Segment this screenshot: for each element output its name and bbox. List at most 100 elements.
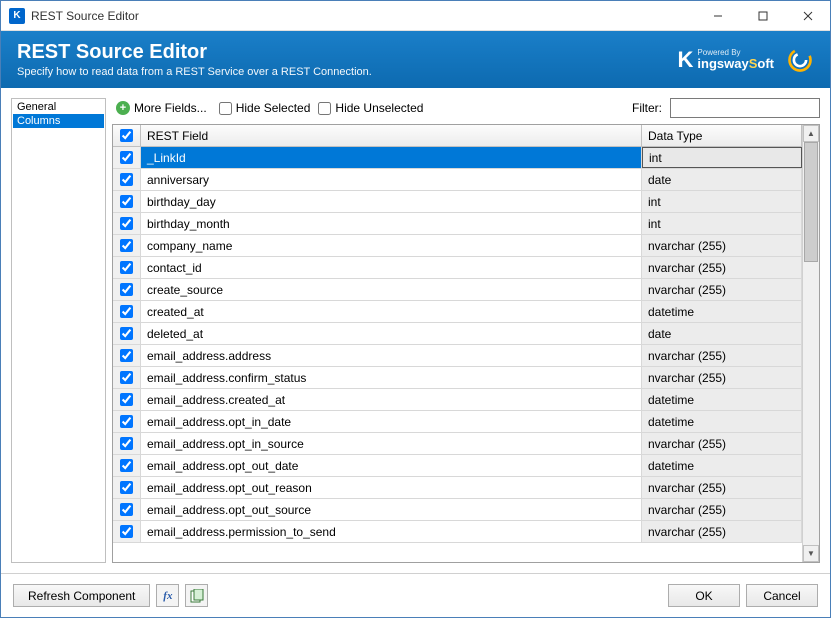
row-checkbox-cell[interactable] [113,389,141,410]
row-checkbox[interactable] [120,261,133,274]
row-checkbox[interactable] [120,305,133,318]
row-checkbox-cell[interactable] [113,169,141,190]
table-row[interactable]: email_address.opt_out_reasonnvarchar (25… [113,477,802,499]
row-datatype[interactable]: nvarchar (255) [642,499,802,520]
grid-body[interactable]: _LinkIdintanniversarydatebirthday_dayint… [113,147,802,562]
expression-button[interactable]: fx [156,584,179,607]
row-datatype[interactable]: nvarchar (255) [642,477,802,498]
row-checkbox-cell[interactable] [113,521,141,542]
row-datatype[interactable]: date [642,323,802,344]
table-row[interactable]: contact_idnvarchar (255) [113,257,802,279]
table-row[interactable]: email_address.created_atdatetime [113,389,802,411]
close-button[interactable] [785,1,830,31]
row-checkbox[interactable] [120,151,133,164]
refresh-component-button[interactable]: Refresh Component [13,584,150,607]
row-field[interactable]: email_address.opt_out_source [141,499,642,520]
scroll-down-button[interactable]: ▼ [803,545,819,562]
row-checkbox[interactable] [120,217,133,230]
row-field[interactable]: birthday_month [141,213,642,234]
row-checkbox[interactable] [120,415,133,428]
row-field[interactable]: email_address.opt_in_date [141,411,642,432]
row-datatype[interactable]: int [642,191,802,212]
row-checkbox-cell[interactable] [113,301,141,322]
row-datatype[interactable]: datetime [642,411,802,432]
row-checkbox[interactable] [120,437,133,450]
table-row[interactable]: created_atdatetime [113,301,802,323]
hide-selected-checkbox[interactable]: Hide Selected [219,101,311,115]
scroll-thumb[interactable] [804,142,818,262]
table-row[interactable]: deleted_atdate [113,323,802,345]
filter-input[interactable] [670,98,820,118]
row-field[interactable]: company_name [141,235,642,256]
row-datatype[interactable]: datetime [642,301,802,322]
row-checkbox-cell[interactable] [113,477,141,498]
row-datatype[interactable]: int [642,213,802,234]
row-checkbox-cell[interactable] [113,433,141,454]
row-datatype[interactable]: int [642,147,802,168]
row-checkbox[interactable] [120,283,133,296]
table-row[interactable]: email_address.confirm_statusnvarchar (25… [113,367,802,389]
row-datatype[interactable]: date [642,169,802,190]
table-row[interactable]: email_address.opt_in_datedatetime [113,411,802,433]
header-field[interactable]: REST Field [141,125,642,146]
row-checkbox-cell[interactable] [113,257,141,278]
table-row[interactable]: email_address.opt_out_sourcenvarchar (25… [113,499,802,521]
row-checkbox[interactable] [120,349,133,362]
row-checkbox[interactable] [120,503,133,516]
table-row[interactable]: email_address.opt_out_datedatetime [113,455,802,477]
cancel-button[interactable]: Cancel [746,584,818,607]
row-field[interactable]: email_address.permission_to_send [141,521,642,542]
check-all-input[interactable] [120,129,133,142]
row-field[interactable]: email_address.created_at [141,389,642,410]
row-checkbox-cell[interactable] [113,323,141,344]
row-checkbox-cell[interactable] [113,191,141,212]
row-checkbox[interactable] [120,195,133,208]
row-checkbox-cell[interactable] [113,235,141,256]
header-check-all[interactable] [113,125,141,146]
row-datatype[interactable]: nvarchar (255) [642,433,802,454]
row-field[interactable]: deleted_at [141,323,642,344]
table-row[interactable]: _LinkIdint [113,147,802,169]
row-checkbox[interactable] [120,239,133,252]
row-checkbox-cell[interactable] [113,213,141,234]
row-checkbox[interactable] [120,393,133,406]
documentation-button[interactable] [185,584,208,607]
row-checkbox-cell[interactable] [113,147,141,168]
sidebar-item-columns[interactable]: Columns [13,114,104,128]
hide-unselected-checkbox[interactable]: Hide Unselected [318,101,423,115]
row-field[interactable]: birthday_day [141,191,642,212]
row-field[interactable]: anniversary [141,169,642,190]
more-fields-button[interactable]: + More Fields... [112,99,211,117]
row-field[interactable]: _LinkId [141,147,642,168]
vertical-scrollbar[interactable]: ▲ ▼ [802,125,819,562]
row-checkbox[interactable] [120,371,133,384]
table-row[interactable]: email_address.addressnvarchar (255) [113,345,802,367]
row-field[interactable]: contact_id [141,257,642,278]
scroll-track[interactable] [803,142,819,545]
row-checkbox[interactable] [120,327,133,340]
row-datatype[interactable]: nvarchar (255) [642,257,802,278]
row-field[interactable]: email_address.opt_in_source [141,433,642,454]
maximize-button[interactable] [740,1,785,31]
row-field[interactable]: email_address.confirm_status [141,367,642,388]
row-checkbox-cell[interactable] [113,499,141,520]
row-datatype[interactable]: nvarchar (255) [642,235,802,256]
row-checkbox-cell[interactable] [113,411,141,432]
row-checkbox[interactable] [120,173,133,186]
row-checkbox-cell[interactable] [113,455,141,476]
scroll-up-button[interactable]: ▲ [803,125,819,142]
row-checkbox-cell[interactable] [113,367,141,388]
row-checkbox-cell[interactable] [113,345,141,366]
sidebar-item-general[interactable]: General [13,100,104,114]
row-checkbox[interactable] [120,525,133,538]
table-row[interactable]: email_address.opt_in_sourcenvarchar (255… [113,433,802,455]
hide-unselected-input[interactable] [318,102,331,115]
row-field[interactable]: created_at [141,301,642,322]
row-checkbox-cell[interactable] [113,279,141,300]
row-field[interactable]: email_address.opt_out_date [141,455,642,476]
table-row[interactable]: anniversarydate [113,169,802,191]
table-row[interactable]: email_address.permission_to_sendnvarchar… [113,521,802,543]
row-datatype[interactable]: datetime [642,455,802,476]
table-row[interactable]: birthday_monthint [113,213,802,235]
hide-selected-input[interactable] [219,102,232,115]
